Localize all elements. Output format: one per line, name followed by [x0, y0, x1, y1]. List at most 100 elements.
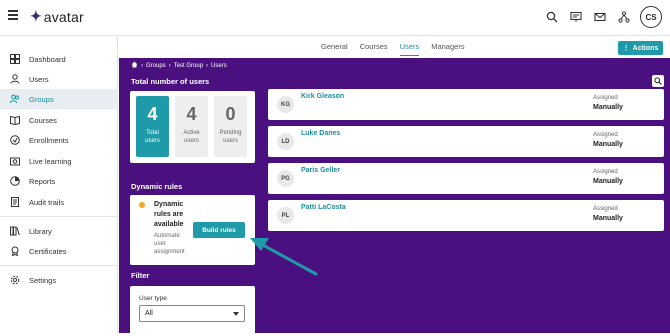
count-label: Active users	[175, 129, 208, 145]
camera-icon	[10, 156, 20, 166]
assigned-value: Manually	[593, 215, 623, 222]
groups-icon	[10, 94, 20, 104]
count-total[interactable]: 4 Total users	[136, 96, 169, 157]
sidebar-item-enrollments[interactable]: Enrollments	[0, 130, 118, 150]
breadcrumb-item[interactable]: Test Group	[174, 63, 203, 69]
assigned-label: Assigned	[593, 206, 618, 212]
enroll-icon	[10, 135, 20, 145]
build-rules-button[interactable]: Build rules	[193, 222, 245, 238]
sub-navigation: General Courses Users Managers ⋮ Actions	[119, 37, 670, 58]
sidebar-item-dashboard[interactable]: Dashboard	[0, 49, 118, 69]
reports-icon	[10, 176, 20, 186]
sidebar-divider	[0, 265, 118, 266]
user-avatar: KG	[277, 96, 294, 113]
actions-button[interactable]: ⋮ Actions	[618, 41, 663, 55]
assigned-value: Manually	[593, 104, 623, 111]
more-vertical-icon: ⋮	[622, 45, 630, 52]
breadcrumb: › Groups › Test Group › Users	[131, 61, 227, 70]
search-icon	[654, 72, 662, 90]
sidebar-item-label: Library	[29, 226, 52, 236]
user-row[interactable]: PL Patti LaCosta Assigned Manually	[268, 200, 664, 231]
sidebar-item-courses[interactable]: Courses	[0, 110, 118, 130]
user-row[interactable]: LD Luke Danes Assigned Manually	[268, 126, 664, 157]
sidebar-item-label: Groups	[29, 94, 54, 104]
sidebar-item-groups[interactable]: Groups	[0, 89, 118, 109]
assigned-value: Manually	[593, 178, 623, 185]
total-users-title: Total number of users	[131, 77, 210, 86]
presentation-icon[interactable]	[568, 9, 584, 25]
tab-courses[interactable]: Courses	[360, 42, 388, 56]
sidebar: Dashboard Users Groups Courses Enrollmen…	[0, 37, 118, 333]
sidebar-item-label: Users	[29, 74, 49, 84]
user-name-link[interactable]: Kirk Gleason	[301, 93, 344, 100]
filter-card: User type All	[130, 286, 255, 336]
chevron-right-icon: ›	[206, 62, 209, 69]
sidebar-divider	[0, 216, 118, 217]
sidebar-item-label: Dashboard	[29, 54, 66, 64]
tab-managers[interactable]: Managers	[431, 42, 464, 56]
tab-general[interactable]: General	[321, 42, 348, 56]
dashboard-icon	[10, 54, 20, 64]
sidebar-item-label: Audit trails	[29, 197, 65, 207]
count-label-line: Active	[183, 130, 200, 136]
assigned-label: Assigned	[593, 132, 618, 138]
user-name-link[interactable]: Paris Geller	[301, 167, 340, 174]
count-label: Total users	[136, 129, 169, 145]
sidebar-item-settings[interactable]: Settings	[0, 270, 118, 290]
breadcrumb-item: Users	[211, 62, 227, 69]
user-name-link[interactable]: Patti LaCosta	[301, 204, 346, 211]
actions-label: Actions	[632, 44, 659, 52]
user-avatar: PG	[277, 170, 294, 187]
sidebar-item-audit-trails[interactable]: Audit trails	[0, 192, 118, 212]
sidebar-item-users[interactable]: Users	[0, 69, 118, 89]
user-type-select[interactable]: All	[139, 305, 245, 322]
certificate-icon	[10, 246, 20, 256]
avatar[interactable]: CS	[640, 6, 662, 28]
home-icon[interactable]	[131, 61, 138, 70]
top-bar: ✦ avatar CS	[0, 0, 670, 36]
chevron-right-icon: ›	[168, 62, 171, 69]
count-label: Pending users	[214, 129, 247, 145]
menu-icon[interactable]	[8, 10, 18, 20]
sidebar-item-label: Settings	[29, 275, 57, 285]
count-label-line: users	[145, 138, 160, 144]
search-button[interactable]	[652, 75, 664, 87]
sidebar-item-label: Enrollments	[29, 135, 69, 145]
gear-icon	[10, 275, 20, 285]
sidebar-item-reports[interactable]: Reports	[0, 171, 118, 191]
count-number: 4	[147, 104, 158, 124]
filter-title: Filter	[131, 271, 150, 280]
top-icons: CS	[544, 6, 662, 28]
tab-users[interactable]: Users	[399, 42, 420, 56]
search-icon[interactable]	[544, 9, 560, 25]
sidebar-item-live-learning[interactable]: Live learning	[0, 151, 118, 171]
rules-status-title: Dynamic rules are available	[154, 201, 184, 228]
mail-icon[interactable]	[592, 9, 608, 25]
count-label-line: users	[223, 138, 238, 144]
sidebar-item-library[interactable]: Library	[0, 221, 118, 241]
count-active[interactable]: 4 Active users	[175, 96, 208, 157]
dynamic-rules-title: Dynamic rules	[131, 182, 183, 191]
user-avatar: LD	[277, 133, 294, 150]
user-avatar: PL	[277, 207, 294, 224]
dynamic-rules-card: Dynamic rules are available Automate use…	[130, 195, 255, 265]
sidebar-item-label: Certificates	[29, 246, 67, 256]
app-logo[interactable]: ✦ avatar	[30, 8, 84, 25]
count-label-line: Pending	[219, 130, 242, 136]
count-pending[interactable]: 0 Pending users	[214, 96, 247, 157]
chevron-right-icon: ›	[141, 62, 143, 69]
hierarchy-icon[interactable]	[616, 9, 632, 25]
user-row[interactable]: PG Paris Geller Assigned Manually	[268, 163, 664, 194]
sidebar-item-label: Live learning	[29, 156, 72, 166]
assigned-label: Assigned	[593, 95, 618, 101]
library-icon	[10, 226, 20, 236]
sidebar-item-certificates[interactable]: Certificates	[0, 241, 118, 261]
user-row[interactable]: KG Kirk Gleason Assigned Manually	[268, 89, 664, 120]
status-dot	[139, 202, 145, 208]
user-type-value: All	[145, 310, 153, 317]
chevron-down-icon	[233, 312, 239, 316]
user-name-link[interactable]: Luke Danes	[301, 130, 340, 137]
audit-icon	[10, 197, 20, 207]
assigned-label: Assigned	[593, 169, 618, 175]
breadcrumb-item[interactable]: Groups	[146, 63, 166, 69]
